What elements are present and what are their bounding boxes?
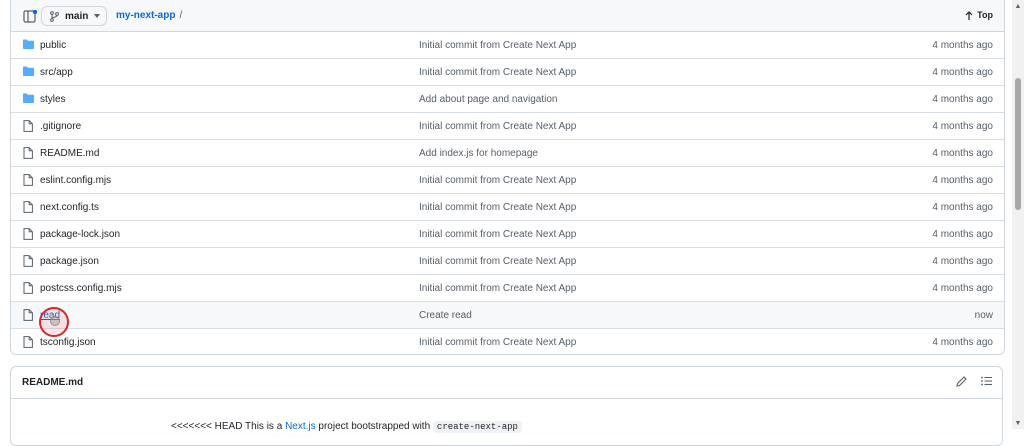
commit-message-link[interactable]: Initial commit from Create Next App: [419, 283, 576, 294]
scrollbar-thumb[interactable]: [1015, 78, 1021, 210]
file-row[interactable]: read Create read now: [11, 302, 1004, 329]
file-list: public Initial commit from Create Next Ap…: [11, 32, 1004, 354]
file-row[interactable]: src/app Initial commit from Create Next A…: [11, 59, 1004, 86]
file-icon: [23, 282, 34, 294]
readme-content: <<<<<<< HEAD This is a Next.js project b…: [171, 421, 522, 433]
commit-message-link[interactable]: Initial commit from Create Next App: [419, 67, 576, 78]
file-row[interactable]: .gitignore Initial commit from Create Nex…: [11, 113, 1004, 140]
file-icon: [23, 255, 34, 267]
commit-age: 4 months ago: [932, 148, 993, 159]
commit-age: 4 months ago: [932, 283, 993, 294]
commit-age: 4 months ago: [932, 337, 993, 348]
file-icon: [23, 228, 34, 240]
commit-message-link[interactable]: Initial commit from Create Next App: [419, 40, 576, 51]
list-icon[interactable]: [981, 376, 992, 386]
caret-down-icon: [94, 14, 101, 18]
file-name-link[interactable]: next.config.ts: [40, 202, 99, 213]
readme-text-prefix: <<<<<<< HEAD This is a: [171, 421, 286, 432]
file-row[interactable]: tsconfig.json Initial commit from Create …: [11, 329, 1004, 354]
commit-message-link[interactable]: Initial commit from Create Next App: [419, 175, 576, 186]
readme-box: README.md <<<<<<< HEAD This is a Next.js…: [10, 366, 1003, 446]
file-icon: [23, 147, 34, 159]
readme-nextjs-link[interactable]: Next.js: [285, 421, 316, 432]
commit-message-link[interactable]: Add index.js for homepage: [419, 148, 538, 159]
readme-header: README.md: [11, 367, 1002, 399]
commit-age: 4 months ago: [932, 121, 993, 132]
commit-message-link[interactable]: Add about page and navigation: [419, 94, 557, 105]
file-icon: [23, 309, 34, 321]
file-name-link[interactable]: .gitignore: [40, 121, 81, 132]
commit-age: 4 months ago: [932, 202, 993, 213]
file-name-link[interactable]: styles: [40, 94, 66, 105]
file-name-link[interactable]: package-lock.json: [40, 229, 120, 240]
cursor-dot: [50, 316, 60, 326]
file-icon: [23, 201, 34, 213]
commit-message-link[interactable]: Create read: [419, 310, 472, 321]
file-icon: [23, 336, 34, 348]
file-row[interactable]: styles Add about page and navigation 4 mon…: [11, 86, 1004, 113]
commit-age: now: [974, 310, 993, 321]
commit-age: 4 months ago: [932, 256, 993, 267]
file-row[interactable]: package.json Initial commit from Create N…: [11, 248, 1004, 275]
branch-name: main: [65, 10, 89, 22]
pencil-icon[interactable]: [956, 376, 967, 387]
file-name-link[interactable]: public: [40, 40, 66, 51]
commit-message-link[interactable]: Initial commit from Create Next App: [419, 121, 576, 132]
side-panel-icon: [23, 9, 37, 23]
file-list-header: main my-next-app / Top: [11, 0, 1004, 32]
file-row[interactable]: eslint.config.mjs Initial commit from Cre…: [11, 167, 1004, 194]
commit-age: 4 months ago: [932, 40, 993, 51]
breadcrumb-repo-link[interactable]: my-next-app: [116, 10, 175, 21]
commit-age: 4 months ago: [932, 175, 993, 186]
commit-age: 4 months ago: [932, 67, 993, 78]
top-label: Top: [977, 10, 993, 20]
arrow-up-icon: [965, 10, 973, 20]
commit-age: 4 months ago: [932, 229, 993, 240]
file-name-link[interactable]: src/app: [40, 67, 73, 78]
folder-icon: [23, 93, 34, 105]
branch-selector-button[interactable]: main: [41, 6, 107, 26]
commit-message-link[interactable]: Initial commit from Create Next App: [419, 202, 576, 213]
file-name-link[interactable]: README.md: [40, 148, 99, 159]
breadcrumb-separator: /: [179, 10, 183, 21]
readme-code-snippet: create-next-app: [432, 421, 522, 433]
file-row[interactable]: package-lock.json Initial commit from Cre…: [11, 221, 1004, 248]
file-name-link[interactable]: package.json: [40, 256, 99, 267]
commit-message-link[interactable]: Initial commit from Create Next App: [419, 337, 576, 348]
commit-message-link[interactable]: Initial commit from Create Next App: [419, 256, 576, 267]
breadcrumb: my-next-app /: [116, 10, 182, 21]
file-row[interactable]: public Initial commit from Create Next Ap…: [11, 32, 1004, 59]
scroll-up-arrow-icon[interactable]: ▲: [1012, 0, 1024, 12]
readme-title[interactable]: README.md: [22, 377, 83, 388]
toggle-side-panel-button[interactable]: [21, 7, 39, 25]
readme-actions: [956, 376, 992, 387]
page-scrollbar[interactable]: ▲ ▼: [1012, 0, 1024, 429]
top-button[interactable]: Top: [965, 10, 993, 20]
file-row[interactable]: README.md Add index.js for homepage 4 mont…: [11, 140, 1004, 167]
git-branch-icon: [50, 10, 59, 22]
readme-text-mid: project bootstrapped with: [315, 421, 433, 432]
file-row[interactable]: next.config.ts Initial commit from Create…: [11, 194, 1004, 221]
file-name-link[interactable]: tsconfig.json: [40, 337, 96, 348]
file-icon: [23, 120, 34, 132]
commit-age: 4 months ago: [932, 94, 993, 105]
folder-icon: [23, 39, 34, 51]
scroll-down-arrow-icon[interactable]: ▼: [1012, 417, 1024, 429]
commit-message-link[interactable]: Initial commit from Create Next App: [419, 229, 576, 240]
file-icon: [23, 174, 34, 186]
file-row[interactable]: postcss.config.mjs Initial commit from Cr…: [11, 275, 1004, 302]
folder-icon: [23, 66, 34, 78]
file-name-link[interactable]: eslint.config.mjs: [40, 175, 111, 186]
file-list-box: main my-next-app / Top public Initial com…: [10, 0, 1005, 355]
file-name-link[interactable]: postcss.config.mjs: [40, 283, 122, 294]
